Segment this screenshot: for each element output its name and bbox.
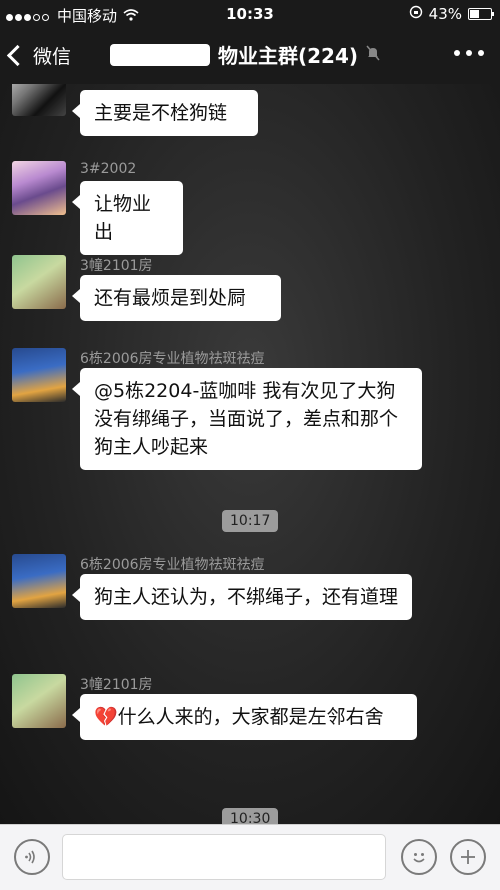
broken-heart-icon: 💔 [94, 706, 118, 728]
back-label: 微信 [33, 46, 72, 68]
battery-icon [468, 8, 494, 20]
chat-area[interactable]: 主要是不栓狗链 3#2002 让物业出 3幢2101房 还有最烦是到处屙 6栋2… [0, 84, 500, 824]
sender-name: 6栋2006房专业植物祛斑祛痘 [80, 351, 265, 367]
message-bubble[interactable]: 狗主人还认为，不绑绳子，还有道理 [72, 574, 412, 620]
avatar[interactable] [12, 554, 66, 608]
message-text: 什么人来的，大家都是左邻右舍 [117, 706, 384, 728]
avatar[interactable] [12, 255, 66, 309]
avatar[interactable] [12, 674, 66, 728]
back-button[interactable]: 微信 [6, 42, 72, 69]
battery-percent: 43% [428, 5, 462, 23]
sender-name: 3幢2101房 [80, 258, 153, 274]
title-suffix: 物业主群(224) [218, 44, 359, 68]
message-text: 让物业出 [94, 193, 152, 243]
chat-title: 物业主群(224) [110, 40, 380, 69]
message-bubble[interactable]: 让物业出 [72, 181, 183, 255]
time-divider: 10:17 [222, 510, 279, 532]
plus-icon[interactable] [450, 839, 486, 875]
voice-icon[interactable] [14, 839, 50, 875]
sender-name: 6栋2006房专业植物祛斑祛痘 [80, 557, 265, 573]
input-bar [0, 824, 500, 890]
message-text: 主要是不栓狗链 [94, 102, 228, 124]
emoji-icon[interactable] [401, 839, 437, 875]
battery-level [470, 10, 479, 18]
message-bubble[interactable]: 还有最烦是到处屙 [72, 275, 281, 321]
message-bubble[interactable]: 💔什么人来的，大家都是左邻右舍 [72, 694, 417, 740]
rotation-lock-icon [409, 5, 423, 23]
avatar[interactable] [12, 84, 66, 116]
redacted-title-part [110, 43, 210, 66]
battery-area: 43% [409, 5, 494, 23]
message-input[interactable] [62, 834, 386, 880]
avatar[interactable] [12, 161, 66, 215]
mute-icon [366, 45, 380, 65]
time-divider: 10:30 [222, 808, 279, 824]
status-bar: 中国移动 10:33 43% [0, 0, 500, 28]
nav-bar: 微信 物业主群(224) [0, 28, 500, 84]
message-text: @5栋2204-蓝咖啡 我有次见了大狗没有绑绳子，当面说了，差点和那个狗主人吵起… [94, 380, 399, 458]
chevron-left-icon [6, 44, 29, 67]
sender-name: 3幢2101房 [80, 677, 153, 693]
message-bubble[interactable]: @5栋2204-蓝咖啡 我有次见了大狗没有绑绳子，当面说了，差点和那个狗主人吵起… [72, 368, 422, 470]
message-text: 还有最烦是到处屙 [94, 287, 247, 309]
sender-name: 3#2002 [80, 161, 137, 177]
avatar[interactable] [12, 348, 66, 402]
message-text: 狗主人还认为，不绑绳子，还有道理 [94, 586, 399, 608]
message-bubble[interactable]: 主要是不栓狗链 [72, 90, 258, 136]
more-icon[interactable] [454, 50, 484, 56]
